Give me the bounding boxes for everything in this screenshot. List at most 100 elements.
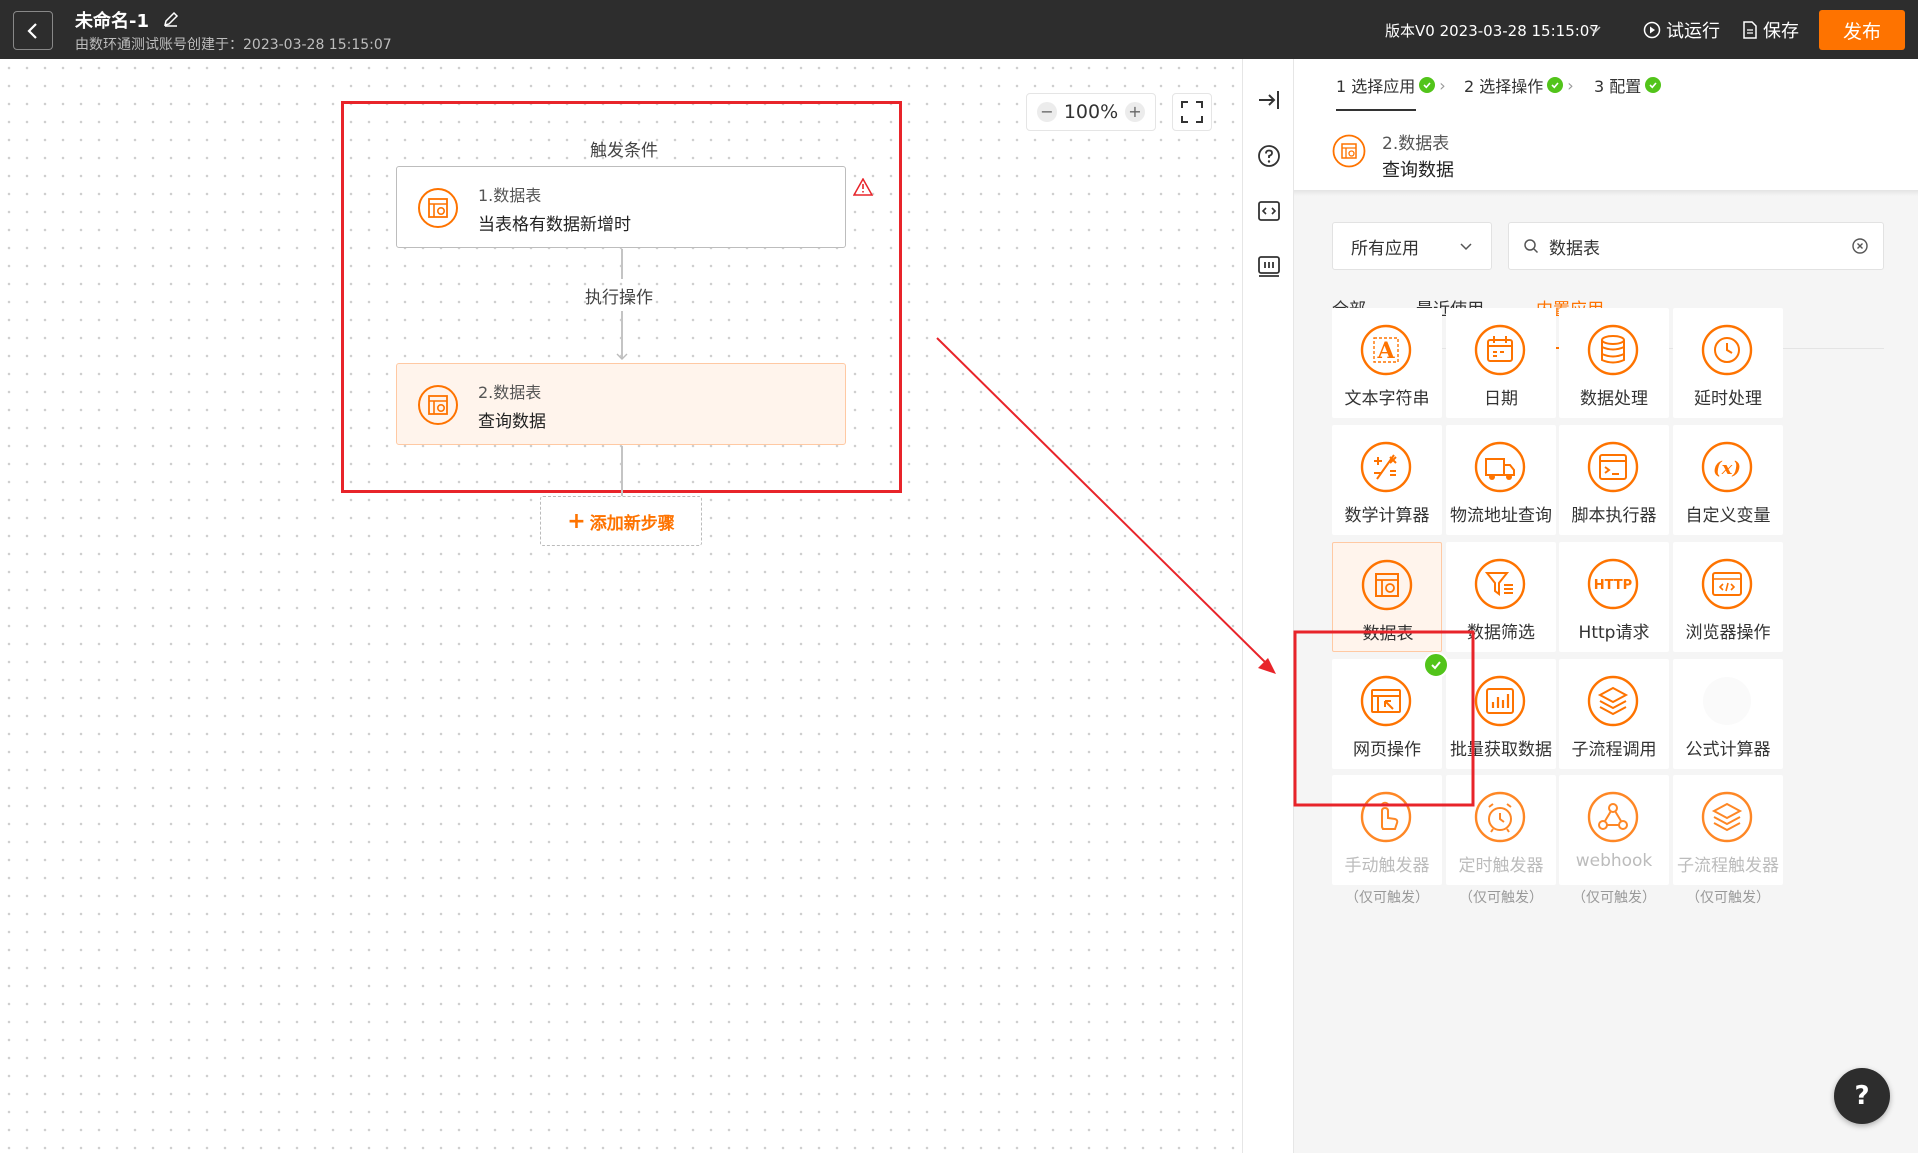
app-card[interactable]: 脚本执行器 <box>1559 425 1669 535</box>
trigger-only-note: （仅可触发） <box>1686 890 1770 906</box>
active-step-indicator <box>1336 109 1416 111</box>
app-card[interactable]: 网页操作 <box>1332 659 1442 769</box>
back-button[interactable] <box>13 11 53 50</box>
app-card[interactable]: A 文本字符串 <box>1332 308 1442 418</box>
svg-text:(x): (x) <box>1713 458 1741 479</box>
collapse-panel-icon[interactable] <box>1256 87 1282 113</box>
version-select[interactable]: 版本V0 2023-03-28 15:15:07 <box>1385 20 1599 41</box>
search-icon <box>1524 239 1539 254</box>
webpage-icon <box>1360 675 1412 727</box>
app-label: 公式计算器 <box>1685 740 1771 760</box>
log-icon[interactable] <box>1256 253 1282 279</box>
script-icon <box>1587 441 1639 493</box>
divider <box>1294 190 1918 196</box>
browser-icon <box>1701 558 1753 610</box>
app-card[interactable]: 定时触发器 <box>1446 775 1556 885</box>
save-label: 保存 <box>1763 21 1799 42</box>
chevron-right-icon: › <box>1439 75 1446 95</box>
app-card[interactable]: 子流程触发器 <box>1673 775 1783 885</box>
app-card[interactable]: 浏览器操作 <box>1673 542 1783 652</box>
node-name: 1.数据表 <box>478 186 542 205</box>
question-icon: ? <box>1854 1081 1870 1111</box>
side-rail <box>1242 59 1294 1153</box>
step-config[interactable]: 3 配置 <box>1594 73 1662 97</box>
app-label: 批量获取数据 <box>1450 740 1552 760</box>
help-icon[interactable] <box>1256 143 1282 169</box>
app-card[interactable]: webhook <box>1559 775 1669 885</box>
check-circle-icon <box>1547 77 1564 93</box>
zoom-in-button[interactable]: + <box>1124 102 1145 122</box>
flow-canvas[interactable]: − 100% + 触发条件 1.数据表 当表格有数据新增时 执行操作 2.数据表… <box>0 59 1242 1153</box>
edit-icon[interactable] <box>161 9 181 29</box>
app-card[interactable]: 数学计算器 <box>1332 425 1442 535</box>
app-label: 手动触发器 <box>1344 856 1430 876</box>
try-run-button[interactable]: 试运行 <box>1643 17 1720 43</box>
step-select-action[interactable]: 2 选择操作 › <box>1464 73 1574 97</box>
try-run-label: 试运行 <box>1666 21 1720 42</box>
step-label: 3 配置 <box>1594 77 1642 96</box>
selected-app-name: 2.数据表 <box>1382 134 1450 154</box>
filter-icon <box>1474 558 1526 610</box>
app-card[interactable]: 数据表 <box>1332 542 1442 652</box>
play-circle-icon <box>1643 21 1661 39</box>
http-icon: HTTP <box>1587 558 1639 610</box>
step-select-app[interactable]: 1 选择应用 › <box>1336 73 1446 97</box>
app-card[interactable]: 子流程调用 <box>1559 659 1669 769</box>
zoom-out-button[interactable]: − <box>1037 102 1057 122</box>
app-card[interactable]: 日期 <box>1446 308 1556 418</box>
selected-check-icon <box>1423 652 1449 678</box>
warning-icon <box>853 178 873 196</box>
code-icon[interactable] <box>1256 198 1282 224</box>
fullscreen-button[interactable] <box>1172 93 1212 131</box>
app-search-box[interactable] <box>1508 222 1884 270</box>
app-card[interactable]: 公式计算器 <box>1673 659 1783 769</box>
app-label: 脚本执行器 <box>1571 506 1657 526</box>
clear-icon[interactable] <box>1851 237 1869 255</box>
app-label: 定时触发器 <box>1458 856 1544 876</box>
chevron-down-icon[interactable] <box>1588 22 1602 36</box>
app-label: 自定义变量 <box>1685 506 1771 526</box>
app-label: 物流地址查询 <box>1450 506 1552 526</box>
app-card[interactable]: 延时处理 <box>1673 308 1783 418</box>
formula-icon <box>1703 677 1751 725</box>
app-card[interactable]: 批量获取数据 <box>1446 659 1556 769</box>
app-card[interactable]: HTTP Http请求 <box>1559 542 1669 652</box>
app-card[interactable]: 数据处理 <box>1559 308 1669 418</box>
action-node[interactable]: 2.数据表 查询数据 <box>396 363 846 445</box>
publish-button[interactable]: 发布 <box>1819 10 1905 50</box>
file-icon <box>1743 21 1757 39</box>
app-card[interactable]: 物流地址查询 <box>1446 425 1556 535</box>
alarm-icon <box>1474 791 1526 843</box>
help-float-button[interactable]: ? <box>1834 1068 1890 1124</box>
search-input[interactable] <box>1549 236 1839 256</box>
connector-line <box>621 249 623 279</box>
save-button[interactable]: 保存 <box>1742 17 1799 43</box>
trigger-only-note: （仅可触发） <box>1572 890 1656 906</box>
arrow-down-icon <box>616 353 628 360</box>
app-card[interactable]: 数据筛选 <box>1446 542 1556 652</box>
app-card[interactable]: 手动触发器 <box>1332 775 1442 885</box>
app-label: Http请求 <box>1578 623 1650 643</box>
chevron-left-icon <box>27 22 37 39</box>
workflow-title: 未命名-1 <box>75 11 149 32</box>
truck-icon <box>1474 441 1526 493</box>
trigger-only-note: （仅可触发） <box>1459 890 1543 906</box>
add-step-button[interactable]: + 添加新步骤 <box>540 496 702 546</box>
top-bar: 未命名-1 由数环通测试账号创建于：2023-03-28 15:15:07 版本… <box>0 0 1918 59</box>
table-icon <box>1361 559 1413 611</box>
clock-icon <box>1701 324 1753 376</box>
app-label: webhook <box>1575 851 1653 871</box>
app-label: 网页操作 <box>1353 740 1421 760</box>
variable-icon: (x) <box>1701 441 1753 493</box>
trigger-node[interactable]: 1.数据表 当表格有数据新增时 <box>396 166 846 248</box>
table-icon <box>418 385 458 425</box>
zoom-level: 100% <box>1063 101 1119 123</box>
math-icon <box>1360 441 1412 493</box>
app-card[interactable]: (x) 自定义变量 <box>1673 425 1783 535</box>
app-filter-select[interactable]: 所有应用 <box>1332 222 1492 270</box>
webhook-icon <box>1587 791 1639 843</box>
workflow-subtitle: 由数环通测试账号创建于：2023-03-28 15:15:07 <box>75 37 392 53</box>
chevron-right-icon: › <box>1567 75 1574 95</box>
app-filter-value: 所有应用 <box>1351 238 1419 259</box>
config-panel: 1 选择应用 › 2 选择操作 › 3 配置 2.数据表 查询数据 所有应用 全… <box>1294 59 1918 1153</box>
